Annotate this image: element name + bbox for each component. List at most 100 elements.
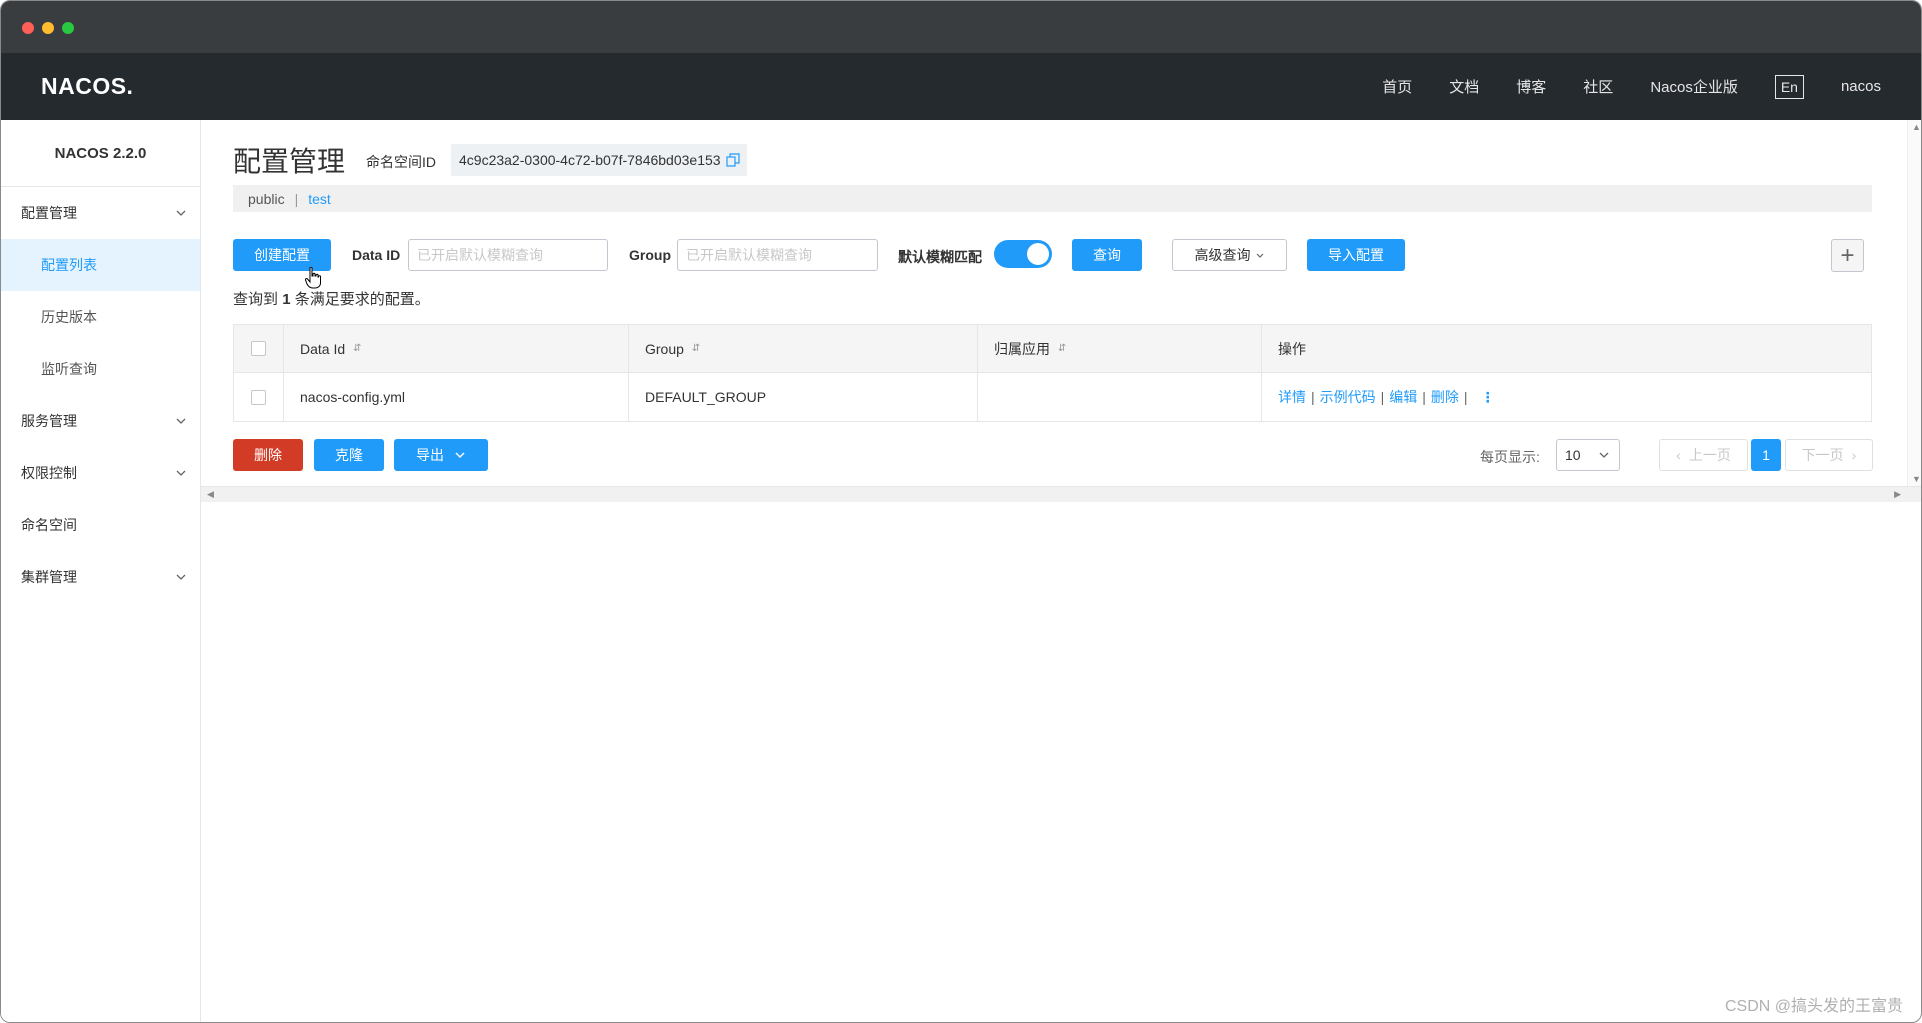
select-all-checkbox[interactable] [251, 341, 266, 356]
delete-button[interactable]: 删除 [233, 439, 303, 471]
nav-links: 首页 文档 博客 社区 Nacos企业版 En nacos [1345, 53, 1881, 120]
sidebar-item-label: 历史版本 [41, 309, 97, 325]
fuzzy-match-toggle[interactable] [994, 240, 1052, 268]
column-header-label: Data Id [300, 340, 346, 357]
chevron-down-icon [176, 418, 186, 424]
sidebar-item-service-management[interactable]: 服务管理 [1, 395, 200, 447]
sidebar-item-listener-query[interactable]: 监听查询 [1, 343, 200, 395]
result-suffix: 条满足要求的配置。 [294, 291, 430, 308]
language-switch-button[interactable]: En [1774, 74, 1804, 99]
next-page-button: 下一页 › [1785, 439, 1873, 471]
sidebar-item-label: 服务管理 [21, 413, 77, 429]
scroll-right-icon[interactable]: ▶ [1894, 489, 1901, 500]
sidebar-item-history[interactable]: 历史版本 [1, 291, 200, 343]
page-number-button[interactable]: 1 [1751, 439, 1781, 471]
chevron-right-icon: › [1851, 447, 1857, 463]
op-separator: | [1380, 389, 1385, 405]
add-icon[interactable]: + [1831, 239, 1864, 272]
sidebar-item-label: 权限控制 [21, 465, 77, 481]
nacos-logo[interactable]: NACOS. [41, 71, 133, 101]
chevron-down-icon [176, 210, 186, 216]
version-label: NACOS 2.2.0 [1, 120, 200, 187]
nav-link-docs[interactable]: 文档 [1449, 76, 1479, 97]
horizontal-scrollbar[interactable]: ◀ ▶ [201, 486, 1921, 502]
hand-cursor-icon [305, 267, 321, 289]
scroll-left-icon[interactable]: ◀ [207, 489, 214, 500]
fuzzy-match-label: 默认模糊匹配 [898, 249, 982, 265]
export-button[interactable]: 导出 [394, 439, 488, 471]
clone-button[interactable]: 克隆 [314, 439, 384, 471]
user-menu[interactable]: nacos [1841, 78, 1881, 95]
namespace-id-chip: 4c9c23a2-0300-4c72-b07f-7846bd03e153 [451, 144, 747, 176]
column-header-app[interactable]: 归属应用 ⇵ [978, 325, 1262, 372]
export-label: 导出 [416, 447, 444, 463]
chevron-down-icon [455, 452, 465, 459]
nav-link-enterprise[interactable]: Nacos企业版 [1650, 76, 1738, 97]
op-separator: | [1422, 389, 1426, 405]
sidebar-item-access-control[interactable]: 权限控制 [1, 447, 200, 499]
delete-link[interactable]: 删除 [1431, 387, 1459, 407]
op-separator: | [1463, 389, 1468, 405]
column-header-group[interactable]: Group ⇵ [629, 325, 978, 372]
column-header-label: Group [645, 340, 684, 357]
column-header-label: 操作 [1278, 340, 1306, 357]
detail-link[interactable]: 详情 [1278, 387, 1306, 407]
copy-icon[interactable] [725, 153, 740, 167]
sort-icon[interactable]: ⇵ [1058, 343, 1066, 354]
sort-icon[interactable]: ⇵ [692, 343, 700, 354]
data-id-input[interactable] [408, 239, 608, 271]
chevron-down-icon [176, 470, 186, 476]
namespace-tab-test[interactable]: test [308, 191, 331, 207]
cell-group: DEFAULT_GROUP [629, 373, 978, 421]
namespace-tabs: public | test [233, 185, 1872, 212]
sort-icon[interactable]: ⇵ [353, 343, 361, 354]
sidebar-item-cluster-management[interactable]: 集群管理 [1, 551, 200, 603]
zoom-window-button[interactable] [62, 22, 74, 34]
page-title: 配置管理 [233, 146, 346, 177]
page-size-value: 10 [1565, 447, 1581, 463]
sidebar-item-label: 配置管理 [21, 205, 77, 221]
chevron-down-icon [1256, 253, 1263, 258]
sidebar-item-label: 监听查询 [41, 361, 97, 377]
query-button[interactable]: 查询 [1072, 239, 1142, 271]
scroll-up-icon[interactable]: ▲ [1912, 122, 1921, 132]
sidebar-item-config-management[interactable]: 配置管理 [1, 187, 200, 239]
advanced-query-button[interactable]: 高级查询 [1172, 239, 1287, 271]
row-checkbox[interactable] [251, 389, 266, 405]
column-header-operations: 操作 [1262, 325, 1871, 372]
sidebar-item-config-list[interactable]: 配置列表 [1, 239, 200, 291]
advanced-query-label: 高级查询 [1194, 247, 1251, 263]
select-all-cell [234, 325, 284, 372]
import-config-button[interactable]: 导入配置 [1307, 239, 1405, 271]
column-header-data-id[interactable]: Data Id ⇵ [284, 325, 629, 372]
nav-link-blog[interactable]: 博客 [1516, 76, 1546, 97]
logo-text: NACOS. [41, 72, 134, 99]
more-vertical-icon[interactable]: ⋮ [1481, 389, 1495, 406]
sample-code-link[interactable]: 示例代码 [1320, 387, 1376, 407]
next-page-label: 下一页 [1801, 447, 1844, 463]
result-count: 1 [282, 291, 291, 308]
page-size-select[interactable]: 10 [1556, 439, 1620, 471]
namespace-separator: | [294, 190, 299, 207]
edit-link[interactable]: 编辑 [1389, 387, 1417, 407]
minimize-window-button[interactable] [42, 22, 54, 34]
vertical-scrollbar[interactable]: ▲ ▼ [1907, 120, 1921, 486]
cell-data-id: nacos-config.yml [284, 373, 629, 421]
row-select-cell [234, 373, 284, 421]
namespace-id-value: 4c9c23a2-0300-4c72-b07f-7846bd03e153 [459, 152, 721, 168]
sidebar-item-label: 命名空间 [21, 517, 77, 533]
group-input[interactable] [677, 239, 878, 271]
namespace-tab-public[interactable]: public [248, 191, 285, 207]
app-window: NACOS. 首页 文档 博客 社区 Nacos企业版 En nacos NAC… [0, 0, 1922, 1023]
chevron-left-icon: ‹ [1676, 447, 1681, 463]
close-window-button[interactable] [22, 22, 34, 34]
cell-app [978, 373, 1262, 421]
nav-link-home[interactable]: 首页 [1382, 76, 1412, 97]
table-row: nacos-config.yml DEFAULT_GROUP 详情 | 示例代码… [234, 373, 1871, 421]
config-table: Data Id ⇵ Group ⇵ 归属应用 ⇵ 操作 nacos-config.ym… [233, 324, 1872, 422]
nav-link-community[interactable]: 社区 [1583, 76, 1613, 97]
scroll-down-icon[interactable]: ▼ [1912, 474, 1921, 484]
namespace-id-label: 命名空间ID [366, 154, 436, 170]
sidebar-item-namespace[interactable]: 命名空间 [1, 499, 200, 551]
top-navbar: NACOS. 首页 文档 博客 社区 Nacos企业版 En nacos [1, 53, 1921, 120]
